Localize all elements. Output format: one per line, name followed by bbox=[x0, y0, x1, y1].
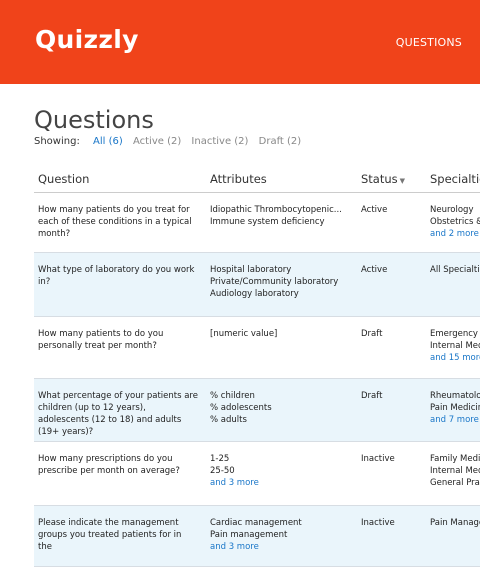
specialties-more-link[interactable]: and 15 more bbox=[430, 352, 480, 364]
table-row[interactable]: Please indicate the management groups yo… bbox=[34, 506, 480, 567]
attributes-more-link[interactable]: and 3 more bbox=[210, 477, 350, 489]
status-header-label: Status bbox=[361, 172, 398, 186]
question-text[interactable]: What percentage of your patients are chi… bbox=[38, 390, 198, 438]
attribute-value: Private/Community laboratory bbox=[210, 277, 339, 287]
page-title: Questions bbox=[34, 106, 154, 134]
attributes-cell: Cardiac management Pain management and 3 m… bbox=[210, 517, 350, 553]
specialties-more-link[interactable]: and 7 more bbox=[430, 414, 480, 426]
logo[interactable]: Quizzly bbox=[35, 25, 139, 54]
question-text[interactable]: What type of laboratory do you work in? bbox=[38, 264, 198, 288]
table-row[interactable]: How many patients do you treat for each … bbox=[34, 193, 480, 253]
filter-draft[interactable]: Draft (2) bbox=[259, 136, 302, 147]
specialties-cell: Family Medi Internal Med General Prac bbox=[430, 453, 480, 489]
table-row[interactable]: What type of laboratory do you work in? H… bbox=[34, 253, 480, 317]
column-header-status[interactable]: Status ▼ bbox=[361, 172, 405, 186]
table-header: Question Attributes Status▼ Specialties bbox=[34, 165, 480, 193]
sort-down-icon[interactable]: ▼ bbox=[400, 177, 405, 185]
attribute-value: Cardiac management bbox=[210, 518, 302, 528]
attribute-value: Pain management bbox=[210, 530, 288, 540]
attribute-value: % adolescents bbox=[210, 403, 272, 413]
specialties-more-link[interactable]: and 2 more bbox=[430, 228, 480, 240]
specialty-value: Pain Manage bbox=[430, 518, 480, 528]
specialties-cell: All Specialties bbox=[430, 264, 480, 276]
specialties-cell: Emergency M Internal Medand 15 more bbox=[430, 328, 480, 364]
status-badge: Active bbox=[361, 205, 388, 215]
attributes-cell: % children % adolescents % adults bbox=[210, 390, 350, 426]
attribute-value: Audiology laboratory bbox=[210, 289, 299, 299]
status-filters: Showing: All (6) Active (2) Inactive (2)… bbox=[34, 136, 308, 147]
attribute-value: % children bbox=[210, 391, 255, 401]
specialty-value: Pain Medicin bbox=[430, 403, 480, 413]
status-badge: Inactive bbox=[361, 518, 395, 528]
status-badge: Inactive bbox=[361, 454, 395, 464]
table-body: How many patients do you treat for each … bbox=[34, 193, 480, 567]
column-header-question[interactable]: Question bbox=[38, 172, 89, 186]
specialty-value: Internal Med bbox=[430, 341, 480, 351]
top-bar: Quizzly QUESTIONS bbox=[0, 0, 480, 84]
attributes-more-link[interactable]: and 3 more bbox=[210, 541, 350, 553]
specialty-value: Internal Med bbox=[430, 466, 480, 476]
specialty-value: Obstetrics & bbox=[430, 217, 480, 227]
table-row[interactable]: How many patients to do you personally t… bbox=[34, 317, 480, 379]
specialty-value: Rheumatolog bbox=[430, 391, 480, 401]
attribute-value: 25-50 bbox=[210, 466, 235, 476]
questions-table: Question Attributes Status▼ Specialties … bbox=[34, 165, 480, 567]
attributes-cell: 1-25 25-50 and 3 more bbox=[210, 453, 350, 489]
question-text[interactable]: How many prescriptions do you prescribe … bbox=[38, 453, 198, 477]
column-header-attributes[interactable]: Attributes bbox=[210, 172, 267, 186]
filter-active[interactable]: Active (2) bbox=[133, 136, 181, 147]
table-row[interactable]: What percentage of your patients are chi… bbox=[34, 379, 480, 442]
question-text[interactable]: How many patients do you treat for each … bbox=[38, 204, 198, 240]
specialties-cell: Pain Manage bbox=[430, 517, 480, 529]
attribute-value: Hospital laboratory bbox=[210, 265, 292, 275]
specialty-value: General Prac bbox=[430, 478, 480, 488]
specialty-value: Family Medi bbox=[430, 454, 480, 464]
status-badge: Draft bbox=[361, 329, 383, 339]
attributes-cell: [numeric value] bbox=[210, 328, 350, 340]
specialties-cell: Rheumatolog Pain Medicinand 7 more bbox=[430, 390, 480, 426]
filter-all[interactable]: All (6) bbox=[93, 136, 123, 147]
attribute-value: [numeric value] bbox=[210, 329, 278, 339]
filters-label: Showing: bbox=[34, 136, 80, 147]
attribute-value: Immune system deficiency bbox=[210, 217, 325, 227]
specialty-value: All Specialties bbox=[430, 265, 480, 275]
filter-inactive[interactable]: Inactive (2) bbox=[191, 136, 248, 147]
attributes-cell: Idiopathic Thrombocytopenic... Immune sys… bbox=[210, 204, 350, 228]
attribute-value: 1-25 bbox=[210, 454, 230, 464]
attribute-value: Idiopathic Thrombocytopenic... bbox=[210, 205, 342, 215]
table-row[interactable]: How many prescriptions do you prescribe … bbox=[34, 442, 480, 506]
specialty-value: Emergency M bbox=[430, 329, 480, 339]
status-badge: Draft bbox=[361, 391, 383, 401]
question-text[interactable]: How many patients to do you personally t… bbox=[38, 328, 198, 352]
nav-questions-link[interactable]: QUESTIONS bbox=[396, 36, 462, 49]
status-badge: Active bbox=[361, 265, 388, 275]
column-header-specialties[interactable]: Specialties bbox=[430, 172, 480, 186]
attribute-value: % adults bbox=[210, 415, 247, 425]
attributes-cell: Hospital laboratory Private/Community lab… bbox=[210, 264, 350, 300]
question-text[interactable]: Please indicate the management groups yo… bbox=[38, 517, 198, 553]
specialty-value: Neurology bbox=[430, 205, 474, 215]
specialties-cell: Neurology Obstetrics & and 2 more bbox=[430, 204, 480, 240]
